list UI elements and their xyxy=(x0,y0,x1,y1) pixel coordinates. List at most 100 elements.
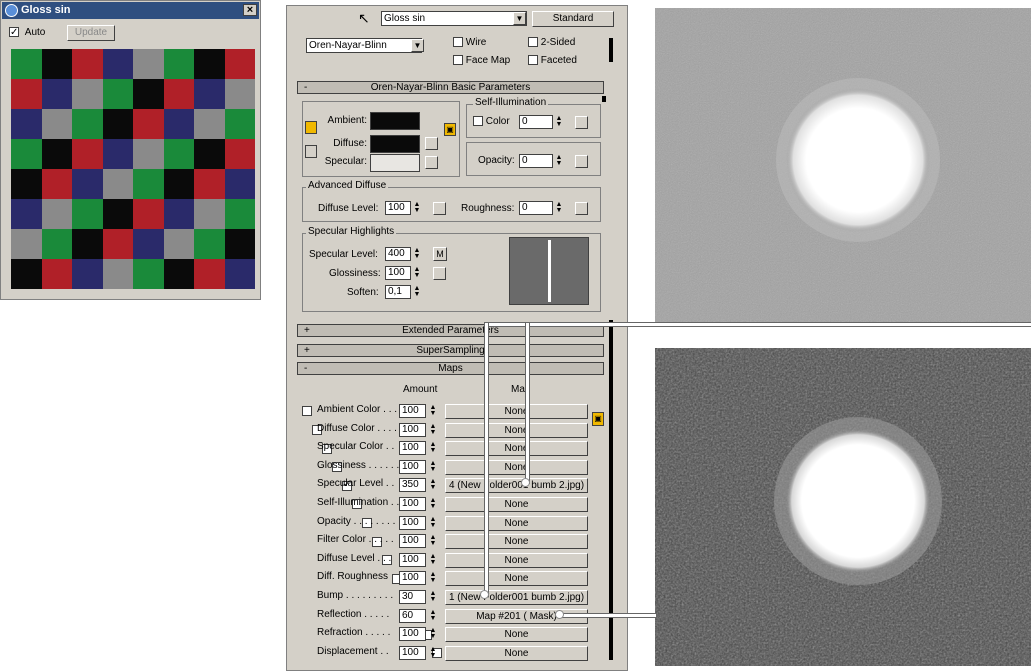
map-slot-button[interactable]: None xyxy=(445,422,588,438)
ambient-color-swatch[interactable] xyxy=(370,112,420,130)
specular-color-swatch[interactable] xyxy=(370,154,420,172)
self-illum-map-button[interactable] xyxy=(575,116,588,129)
map-amount-spinner[interactable]: ▲ ▼ xyxy=(429,534,437,547)
diffuse-color-swatch[interactable] xyxy=(370,135,420,153)
checker-cell xyxy=(41,169,72,199)
map-slot-button[interactable]: None xyxy=(445,459,588,475)
checker-cell xyxy=(163,169,194,199)
map-amount-spinner[interactable]: ▲ ▼ xyxy=(429,590,437,603)
diffuse-map-button[interactable] xyxy=(425,137,438,150)
map-slot-button[interactable]: None xyxy=(445,497,588,512)
auto-checkbox[interactable]: Auto xyxy=(9,25,45,41)
map-amount-spinner[interactable]: ▲ ▼ xyxy=(429,609,437,622)
roughness-spinner[interactable]: ▲ ▼ xyxy=(555,201,563,214)
face-map-checkbox[interactable]: Face Map xyxy=(453,55,510,66)
checker-cell xyxy=(102,259,133,289)
render-top xyxy=(655,8,1031,326)
shader-dropdown[interactable]: Oren-Nayar-Blinn xyxy=(306,38,422,53)
map-amount-field[interactable]: 100 xyxy=(399,627,426,642)
lock-ambient-diffuse-icon[interactable] xyxy=(305,121,317,134)
map-amount-field[interactable]: 100 xyxy=(399,645,426,660)
checker-cell xyxy=(41,259,72,289)
face-map-label: Face Map xyxy=(465,55,511,66)
map-slot-button[interactable]: None xyxy=(445,645,588,661)
checker-cell xyxy=(163,199,194,229)
map-amount-spinner[interactable]: ▲ ▼ xyxy=(429,553,437,566)
specular-level-m-button[interactable]: M xyxy=(433,247,447,261)
map-slot-button[interactable]: 4 (New Folder001 bumb 2.jpg) xyxy=(445,478,588,494)
map-slot-button[interactable]: None xyxy=(445,441,588,457)
diffuse-level-field[interactable]: 100 xyxy=(385,201,411,215)
diffuse-level-map-button[interactable] xyxy=(433,202,446,215)
map-amount-field[interactable]: 100 xyxy=(399,552,426,567)
map-amount-spinner[interactable]: ▲ ▼ xyxy=(429,460,437,473)
map-amount-field[interactable]: 100 xyxy=(399,571,426,586)
self-illum-spinner[interactable]: ▲ ▼ xyxy=(555,115,563,128)
material-name-field[interactable]: Gloss sin xyxy=(381,11,527,26)
map-amount-spinner[interactable]: ▲ ▼ xyxy=(429,516,437,529)
specular-level-spinner[interactable]: ▲ ▼ xyxy=(413,247,421,260)
panel-scrollbar[interactable] xyxy=(609,320,613,660)
opacity-spinner[interactable]: ▲ ▼ xyxy=(555,154,563,167)
self-illum-color-checkbox[interactable]: Color xyxy=(473,116,510,127)
glossiness-map-button[interactable] xyxy=(433,267,446,280)
map-amount-field[interactable]: 100 xyxy=(399,497,426,511)
map-amount-spinner[interactable]: ▲ ▼ xyxy=(429,627,437,640)
soften-field[interactable]: 0,1 xyxy=(385,285,411,299)
map-amount-field[interactable]: 100 xyxy=(399,515,426,530)
map-amount-spinner[interactable]: ▲ ▼ xyxy=(429,423,437,436)
map-amount-field[interactable]: 100 xyxy=(399,441,426,456)
map-slot-button[interactable]: None xyxy=(445,515,588,531)
specular-map-button[interactable] xyxy=(425,156,438,169)
close-button[interactable]: × xyxy=(243,4,257,16)
preview-title-bar[interactable]: Gloss sin × xyxy=(2,2,259,19)
map-amount-field[interactable]: 100 xyxy=(399,422,426,437)
soften-spinner[interactable]: ▲ ▼ xyxy=(413,285,421,298)
roughness-field[interactable]: 0 xyxy=(519,201,553,215)
map-amount-field[interactable]: 100 xyxy=(399,534,426,549)
map-amount-field[interactable]: 100 xyxy=(399,459,426,474)
map-amount-field[interactable]: 60 xyxy=(399,608,426,623)
material-type-button[interactable]: Standard xyxy=(532,11,614,27)
wire-checkbox[interactable]: Wire xyxy=(453,37,486,48)
map-enable-checkbox[interactable] xyxy=(302,406,312,417)
opacity-map-button[interactable] xyxy=(575,155,588,168)
map-slot-button[interactable]: None xyxy=(445,571,588,587)
chevron-down-icon[interactable]: ▼ xyxy=(513,12,526,25)
faceted-label: Faceted xyxy=(540,55,577,66)
map-amount-spinner[interactable]: ▲ ▼ xyxy=(429,646,437,659)
maps-rollout[interactable]: - Maps xyxy=(297,362,604,375)
auto-check-box[interactable] xyxy=(9,25,19,41)
update-button[interactable]: Update xyxy=(67,25,115,41)
map-slot-button[interactable]: None xyxy=(445,534,588,550)
self-illum-value-field[interactable]: 0 xyxy=(519,115,553,129)
scrollbar-thumb[interactable] xyxy=(609,38,613,62)
map-channel-label: Opacity . . . . . . . . xyxy=(317,515,396,527)
map-slot-button[interactable]: None xyxy=(445,627,588,643)
map-amount-spinner[interactable]: ▲ ▼ xyxy=(429,497,437,510)
supersampling-rollout[interactable]: + SuperSampling xyxy=(297,344,604,357)
map-slot-button[interactable]: None xyxy=(445,552,588,568)
faceted-checkbox[interactable]: Faceted xyxy=(528,55,577,66)
map-amount-spinner[interactable]: ▲ ▼ xyxy=(429,478,437,491)
lock-icon[interactable]: ▣ xyxy=(444,123,456,136)
map-amount-field[interactable]: 30 xyxy=(399,590,426,604)
roughness-map-button[interactable] xyxy=(575,202,588,215)
map-amount-spinner[interactable]: ▲ ▼ xyxy=(429,571,437,584)
glossiness-spinner[interactable]: ▲ ▼ xyxy=(413,266,421,279)
opacity-value-field[interactable]: 0 xyxy=(519,154,553,168)
specular-level-field[interactable]: 400 xyxy=(385,247,411,261)
map-amount-field[interactable]: 350 xyxy=(399,478,426,493)
lock-icon[interactable]: ▣ xyxy=(592,412,604,426)
two-sided-checkbox[interactable]: 2-Sided xyxy=(528,37,575,48)
map-amount-field[interactable]: 100 xyxy=(399,404,426,418)
diffuse-level-spinner[interactable]: ▲ ▼ xyxy=(413,201,421,214)
eyedropper-icon[interactable]: ↖ xyxy=(358,11,370,25)
chevron-down-icon[interactable]: ▼ xyxy=(411,39,424,52)
map-slot-button[interactable]: 1 (New Folder001 bumb 2.jpg) xyxy=(445,590,588,605)
map-amount-spinner[interactable]: ▲ ▼ xyxy=(429,404,437,417)
map-slot-button[interactable]: None xyxy=(445,404,588,419)
basic-parameters-rollout[interactable]: - Oren-Nayar-Blinn Basic Parameters xyxy=(297,81,604,94)
map-amount-spinner[interactable]: ▲ ▼ xyxy=(429,441,437,454)
glossiness-field[interactable]: 100 xyxy=(385,266,411,280)
